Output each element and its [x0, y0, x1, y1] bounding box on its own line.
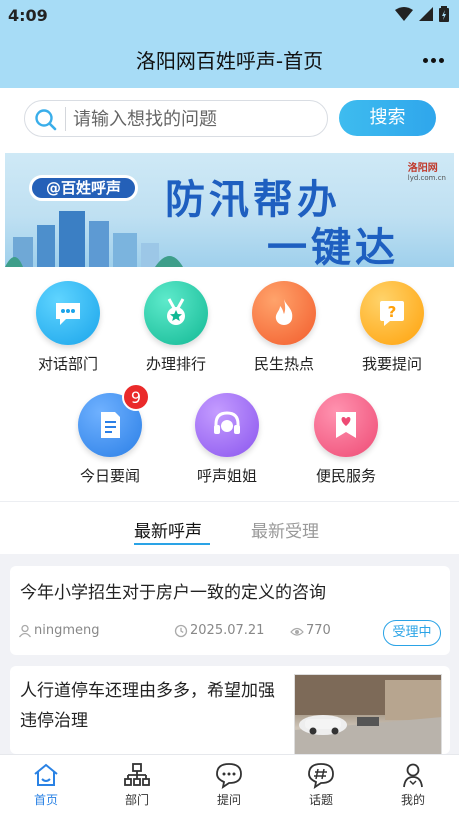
grid-label: 呼声姐姐 [196, 467, 257, 485]
grid-item-convenience-service[interactable]: 便民服务 [296, 393, 396, 486]
page-title: 洛阳网百姓呼声-首页 [135, 49, 324, 73]
promo-banner[interactable]: @百姓呼声 防汛帮办 一键达 洛阳网 lyd.com.cn [5, 153, 454, 267]
feed-tabs: 最新呼声 最新受理 [0, 501, 459, 554]
grid-label: 便民服务 [315, 467, 376, 485]
hashtag-bubble-icon [308, 763, 334, 789]
medal-icon [167, 298, 185, 325]
post-title: 今年小学招生对于房户一致的定义的咨询 [20, 583, 326, 603]
question-icon: ? [380, 301, 404, 326]
post-date: 2025.07.21 [174, 623, 264, 638]
top-bar: 4:09 洛阳网百姓呼声-首页 [0, 0, 459, 88]
home-icon [34, 763, 58, 786]
grid-item-voice-sister[interactable]: 呼声姐姐 [177, 393, 277, 486]
banner-tag: @百姓呼声 [29, 175, 139, 201]
search-icon [35, 109, 57, 131]
org-chart-icon [124, 763, 150, 786]
grid-label: 今日要闻 [79, 467, 140, 485]
post-card[interactable]: 人行道停车还理由多多，希望加强违停治理 [10, 666, 450, 754]
nav-topic[interactable]: 话题 [291, 761, 351, 808]
search-field[interactable] [24, 100, 328, 137]
grid-item-today-news[interactable]: 9 今日要闻 [60, 383, 160, 486]
bottom-navigation: 首页 部门 提问 话题 我的 [0, 754, 459, 817]
nav-home[interactable]: 首页 [16, 761, 76, 808]
feature-grid: 对话部门 办理排行 民生热点 ? 我要提问 9 今日要闻 呼声姐姐 便民服务 [0, 269, 459, 501]
grid-label: 我要提问 [361, 355, 422, 373]
svg-text:?: ? [388, 303, 397, 321]
grid-label: 对话部门 [37, 355, 98, 373]
notification-badge: 9 [122, 383, 150, 411]
app-header: 洛阳网百姓呼声-首页 [0, 34, 459, 88]
flame-icon [275, 299, 293, 325]
status-time: 4:09 [8, 6, 48, 25]
headset-icon [214, 411, 240, 434]
nav-mine[interactable]: 我的 [383, 761, 443, 808]
post-author: ningmeng [18, 623, 100, 638]
status-bar: 4:09 [0, 0, 459, 34]
grid-item-dialog-department[interactable]: 对话部门 [18, 281, 118, 374]
wifi-icon [395, 7, 413, 21]
tab-latest-accepted[interactable]: 最新受理 [251, 517, 319, 542]
grid-item-ranking[interactable]: 办理排行 [126, 281, 226, 374]
post-thumbnail [294, 674, 442, 754]
tab-latest-voices[interactable]: 最新呼声 [134, 517, 202, 542]
heart-card-icon [336, 412, 356, 438]
post-card[interactable]: 今年小学招生对于房户一致的定义的咨询 ningmeng 2025.07.21 7… [10, 566, 450, 655]
nav-ask[interactable]: 提问 [199, 761, 259, 808]
active-tab-indicator [134, 543, 210, 545]
user-icon [18, 624, 32, 637]
post-title: 人行道停车还理由多多，希望加强违停治理 [20, 681, 275, 731]
grid-label: 办理排行 [145, 355, 206, 373]
speech-bubble-icon [216, 763, 242, 789]
more-menu-button[interactable] [421, 48, 445, 72]
chat-bubble-icon [56, 303, 80, 325]
nav-department[interactable]: 部门 [107, 761, 167, 808]
status-badge: 受理中 [383, 620, 441, 646]
search-bar: 搜索 [0, 88, 459, 151]
search-button[interactable]: 搜索 [339, 100, 436, 136]
status-icons [395, 6, 449, 22]
grid-item-livelihood-hotspot[interactable]: 民生热点 [234, 281, 334, 374]
banner-subheadline: 一键达 [267, 225, 399, 267]
banner-logo: 洛阳网 lyd.com.cn [407, 163, 446, 182]
grid-label: 民生热点 [253, 355, 314, 373]
search-divider [65, 107, 66, 131]
grid-item-ask-question[interactable]: ? 我要提问 [342, 281, 442, 374]
battery-icon [439, 6, 449, 22]
eye-icon [290, 627, 304, 636]
document-icon [101, 412, 120, 438]
clock-icon [174, 624, 188, 637]
more-dots-icon [422, 57, 428, 63]
profile-icon [403, 763, 423, 788]
signal-icon [419, 7, 433, 21]
post-views: 770 [290, 623, 331, 638]
search-input[interactable] [73, 105, 321, 133]
banner-section: @百姓呼声 防汛帮办 一键达 洛阳网 lyd.com.cn [0, 151, 459, 269]
